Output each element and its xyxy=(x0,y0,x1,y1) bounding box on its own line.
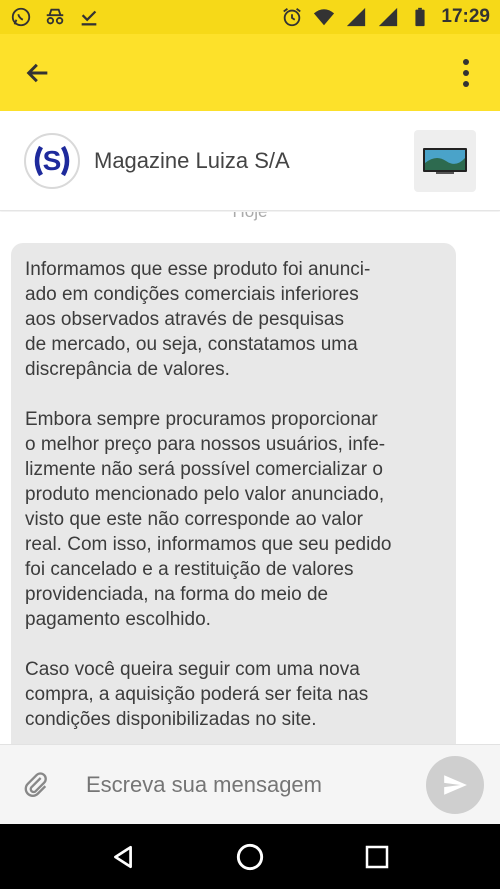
nav-back-button[interactable] xyxy=(99,833,147,881)
back-triangle-icon xyxy=(114,845,133,868)
store-name: Magazine Luiza S/A xyxy=(94,147,290,173)
overflow-menu-button[interactable] xyxy=(446,49,486,97)
message-line: real. Com isso, informamos que seu pedid… xyxy=(25,534,392,555)
message-line: Informamos que esse produto foi anunci- xyxy=(25,259,371,280)
message-line: visto que este não corresponde ao valor xyxy=(25,509,363,530)
message-paragraph: Caso você queira seguir com uma nova com… xyxy=(25,657,442,732)
message-line: o melhor preço para nossos usuários, inf… xyxy=(25,434,386,455)
product-thumbnail[interactable] xyxy=(414,129,476,192)
wifi-icon xyxy=(313,6,335,28)
app-bar xyxy=(0,34,500,111)
conversation-header: S Magazine Luiza S/A xyxy=(0,111,500,211)
alarm-icon xyxy=(281,6,303,28)
recents-square-icon xyxy=(365,845,388,868)
system-nav-bar xyxy=(0,824,500,889)
message-line: ado em condições comerciais inferiores xyxy=(25,284,359,305)
tv-thumbnail xyxy=(423,147,467,174)
status-bar: 17:29 xyxy=(0,0,500,34)
arrow-back-icon xyxy=(26,63,48,82)
message-line: de mercado, ou seja, constatamos uma xyxy=(25,334,358,355)
received-message-bubble: Informamos que esse produto foi anunci- … xyxy=(11,243,456,744)
message-line: Embora sempre procuramos proporcionar xyxy=(25,409,378,430)
message-composer xyxy=(0,744,500,824)
clock: 17:29 xyxy=(441,6,490,27)
store-logo: S xyxy=(24,132,80,189)
message-line: lizmente não será possível comercializar… xyxy=(25,459,383,480)
download-done-icon xyxy=(78,6,100,28)
more-vert-icon xyxy=(463,58,469,87)
message-line: condições disponibilizadas no site. xyxy=(25,709,317,730)
whatsapp-icon xyxy=(10,6,32,28)
home-circle-icon xyxy=(236,843,264,870)
send-icon xyxy=(444,774,467,795)
message-line: produto mencionado pelo valor anunciado, xyxy=(25,484,385,505)
message-line: providenciada, na forma do meio de xyxy=(25,584,329,605)
message-line: compra, a aquisição poderá ser feita nas xyxy=(25,684,369,705)
incognito-icon xyxy=(44,6,66,28)
message-input[interactable] xyxy=(86,771,426,798)
battery-icon xyxy=(409,6,431,28)
back-button[interactable] xyxy=(14,49,62,97)
nav-home-button[interactable] xyxy=(226,833,274,881)
paperclip-icon xyxy=(24,771,47,797)
nav-recents-button[interactable] xyxy=(353,833,401,881)
message-paragraph: Informamos que esse produto foi anunci- … xyxy=(25,257,442,382)
message-line: Caso você queira seguir com uma nova xyxy=(25,659,360,680)
send-button[interactable] xyxy=(426,755,484,814)
message-list[interactable]: Hoje Informamos que esse produto foi anu… xyxy=(0,212,500,744)
signal-icon xyxy=(377,6,399,28)
date-separator: Hoje xyxy=(0,212,500,222)
message-line: pagamento escolhido. xyxy=(25,609,211,630)
message-line: aos observados através de pesquisas xyxy=(25,309,344,330)
signal-icon xyxy=(345,6,367,28)
message-paragraph: Embora sempre procuramos proporcionar o … xyxy=(25,407,442,632)
logo-letter: S xyxy=(43,145,62,176)
message-line: discrepância de valores. xyxy=(25,359,230,380)
attach-button[interactable] xyxy=(16,765,56,805)
message-line: foi cancelado e a restituição de valores xyxy=(25,559,354,580)
